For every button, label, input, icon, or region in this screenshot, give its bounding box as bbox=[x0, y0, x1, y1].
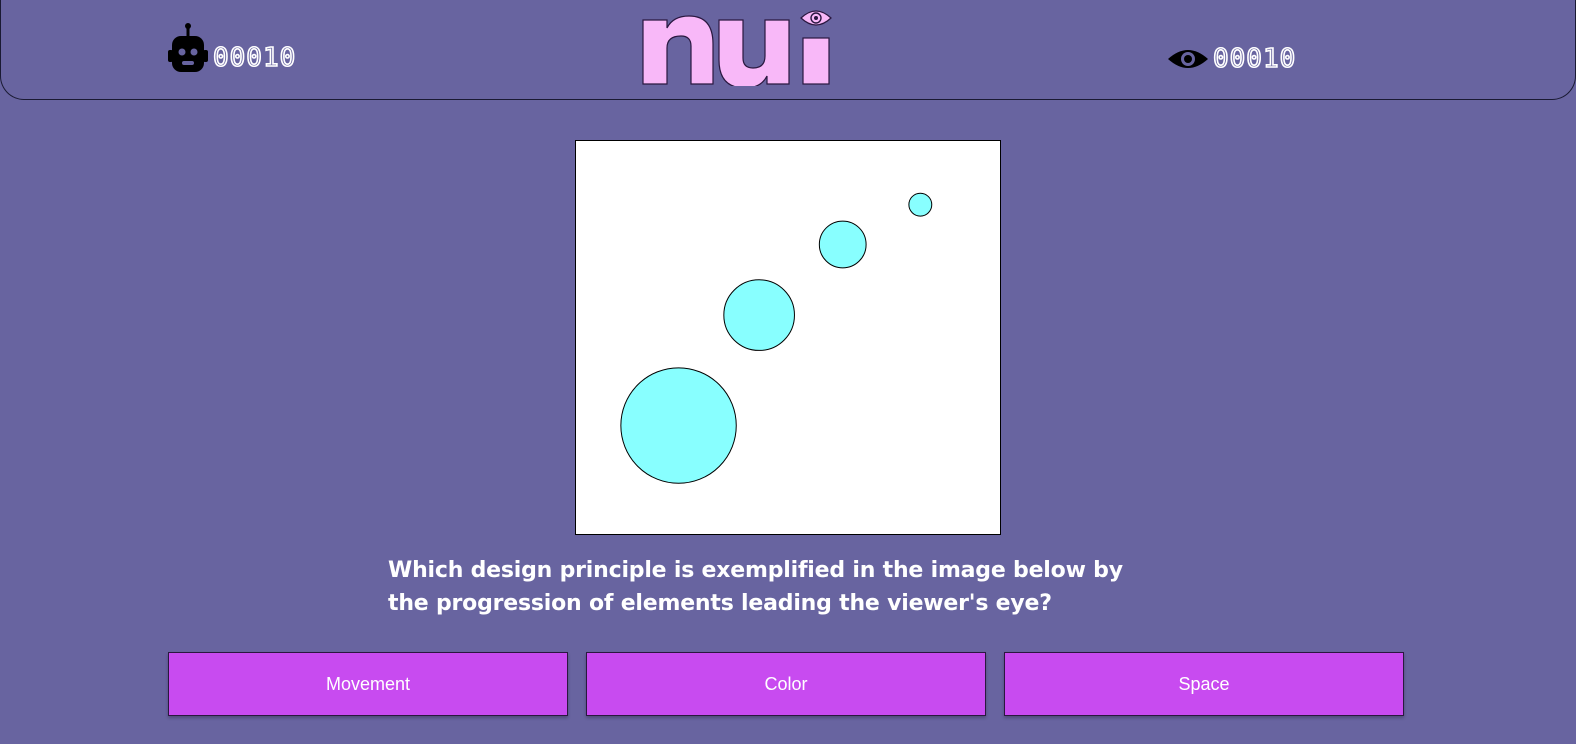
quiz-page: 00010 00010 Which design principle is ex… bbox=[0, 0, 1576, 744]
robot-score-value: 00010 bbox=[212, 42, 297, 74]
answer-button-movement[interactable]: Movement bbox=[168, 652, 568, 716]
question-text: Which design principle is exemplified in… bbox=[388, 558, 1123, 616]
header-bar: 00010 00010 bbox=[0, 0, 1576, 100]
answer-button-space[interactable]: Space bbox=[1004, 652, 1404, 716]
robot-icon bbox=[167, 22, 209, 74]
eye-icon bbox=[1167, 45, 1209, 73]
robot-score: 00010 bbox=[167, 22, 296, 74]
viewer-score-value: 00010 bbox=[1212, 43, 1297, 75]
circle-tiny bbox=[908, 192, 933, 217]
question-image bbox=[575, 140, 1001, 535]
circle-large bbox=[620, 367, 737, 484]
answer-button-color[interactable]: Color bbox=[586, 652, 986, 716]
answer-options: Movement Color Space bbox=[168, 652, 1404, 716]
nui-logo bbox=[639, 4, 835, 89]
circle-small bbox=[818, 220, 867, 269]
circle-medium bbox=[723, 279, 795, 351]
viewer-score: 00010 bbox=[1167, 43, 1297, 75]
